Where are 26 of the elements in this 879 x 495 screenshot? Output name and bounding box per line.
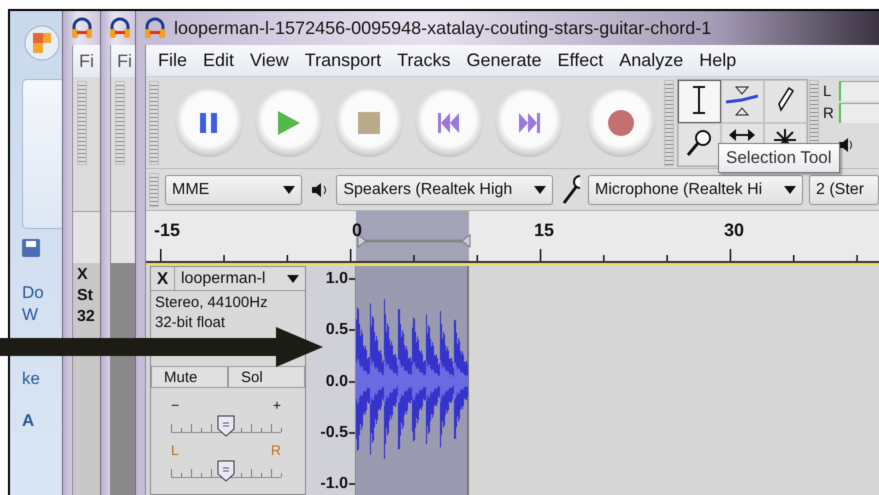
track-info: Stereo, 44100Hz <box>154 293 268 311</box>
track-text: St <box>77 287 94 305</box>
document-text: W <box>22 305 38 325</box>
track-info: 32-bit float <box>154 313 226 331</box>
time-label: 30 <box>724 220 744 241</box>
minus-label: − <box>171 398 180 413</box>
channel-label: R <box>823 104 835 122</box>
document-text: A <box>22 411 34 431</box>
track-text: 32 <box>77 308 96 326</box>
right-label: R <box>270 443 281 458</box>
window-title: looperman-l-1572456-0095948-xatalay-couting-stars-guitar-chord-1 <box>174 18 712 38</box>
track-text: X <box>77 266 89 284</box>
amplitude-label: 0.5 <box>326 321 355 340</box>
time-label: -15 <box>154 220 180 241</box>
amplitude-label: -1.0 <box>320 475 355 493</box>
channel-label: L <box>823 82 832 100</box>
left-label: L <box>171 443 179 458</box>
document-text: Do <box>22 283 44 303</box>
time-label: 15 <box>534 220 554 241</box>
amplitude-label: 0.0 <box>326 372 355 390</box>
tooltip: Selection Tool <box>718 143 840 173</box>
document-text: ke <box>22 369 40 389</box>
plus-label: + <box>272 398 281 413</box>
time-label: 0 <box>352 220 362 241</box>
amplitude-label: 1.0 <box>326 270 355 288</box>
amplitude-label: -0.5 <box>320 424 355 442</box>
